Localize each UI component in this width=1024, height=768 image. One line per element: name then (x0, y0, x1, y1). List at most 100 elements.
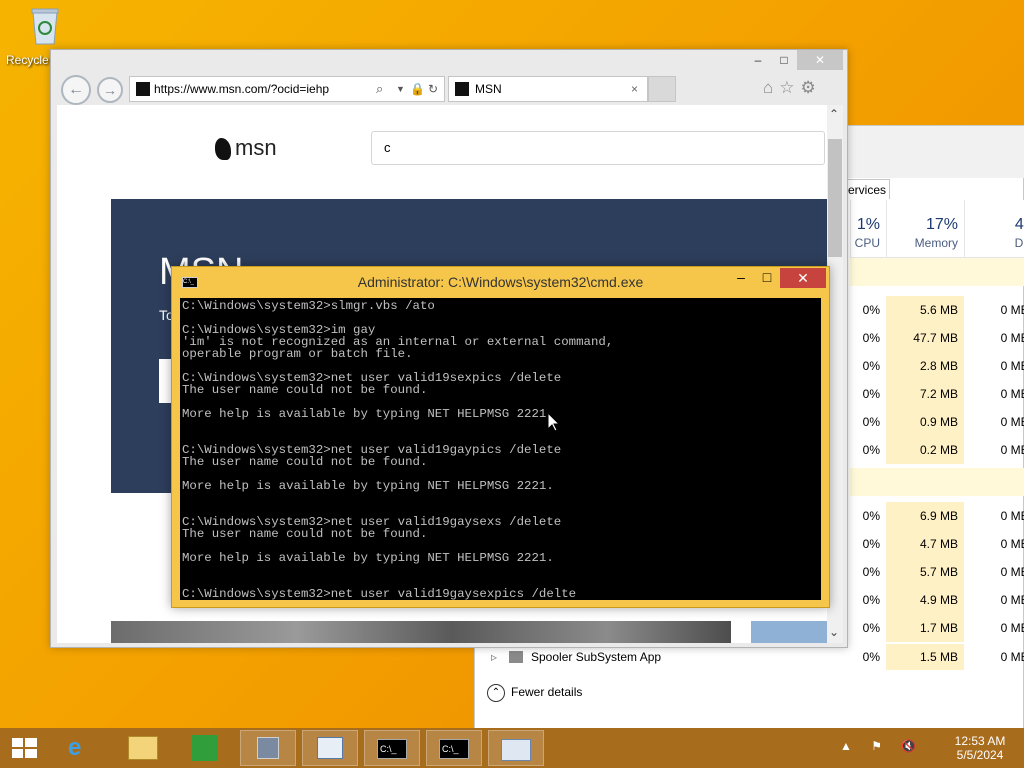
store-icon (192, 735, 218, 761)
memory-percent: 17% (925, 216, 958, 233)
disk-label: Disk (1014, 236, 1024, 250)
address-text: https://www.msn.com/?ocid=iehp (154, 82, 330, 96)
table-row[interactable]: 0% 6.9 MB 0 MB/s (850, 502, 1024, 530)
table-row[interactable]: 0% 4.7 MB 0 MB/s (850, 530, 1024, 558)
taskbar-item-explorer[interactable] (116, 730, 172, 766)
close-button[interactable]: ✕ (780, 268, 826, 288)
table-row[interactable]: 0% 5.6 MB 0 MB/s (850, 296, 1024, 324)
news-image[interactable] (751, 621, 827, 643)
search-input[interactable]: c (371, 131, 825, 165)
mouse-cursor-icon (548, 413, 560, 432)
new-tab-button[interactable] (648, 76, 676, 102)
scroll-down-icon[interactable]: ⌄ (829, 625, 839, 639)
taskbar-item-ie[interactable]: e (54, 730, 110, 766)
memory-cell: 5.6 MB (886, 296, 964, 324)
memory-label: Memory (914, 236, 958, 250)
scroll-up-icon[interactable]: ⌃ (829, 107, 839, 121)
column-disk[interactable]: 4% Disk (964, 200, 1024, 258)
chevron-up-icon: ⌃ (487, 683, 505, 702)
group-gap (850, 468, 1024, 496)
dropdown-icon[interactable]: ▼ (396, 77, 405, 101)
butterfly-icon (215, 138, 231, 161)
tab-msn[interactable]: MSN × (448, 76, 648, 102)
address-bar[interactable]: https://www.msn.com/?ocid=iehp ⌕ ▼ 🔒 ↻ (129, 76, 445, 102)
msn-logo[interactable]: msn (215, 135, 277, 161)
forward-button[interactable]: → (97, 77, 123, 103)
table-row[interactable]: 0% 2.8 MB 0 MB/s (850, 352, 1024, 380)
disk-cell: 0 MB/s (1000, 359, 1024, 373)
folder-icon (128, 736, 158, 760)
tab-close-icon[interactable]: × (631, 77, 638, 101)
cpu-label: CPU (854, 236, 880, 250)
table-row[interactable]: 0% 1.7 MB 0 MB/s (850, 614, 1024, 642)
cpu-cell: 0% (862, 443, 880, 457)
taskbar-item-system[interactable] (240, 730, 296, 766)
maximize-button[interactable]: □ (771, 50, 797, 70)
group-gap (850, 258, 1024, 286)
cpu-cell: 0% (862, 509, 880, 523)
memory-cell: 7.2 MB (886, 380, 964, 408)
taskbar-item-document[interactable] (302, 730, 358, 766)
memory-cell: 1.7 MB (886, 614, 964, 642)
scrollbar-thumb[interactable] (828, 139, 842, 257)
table-row[interactable]: 0% 5.7 MB 0 MB/s (850, 558, 1024, 586)
table-row[interactable]: 0% 7.2 MB 0 MB/s (850, 380, 1024, 408)
memory-cell: 2.8 MB (886, 352, 964, 380)
taskbar-item-task-manager[interactable] (488, 730, 544, 766)
maximize-button[interactable]: □ (754, 269, 780, 285)
taskbar-item-store[interactable] (178, 730, 234, 766)
start-button[interactable] (0, 728, 50, 768)
console-line: C:\Windows\system32>slmgr.vbs /ato (182, 299, 435, 313)
computer-icon (257, 737, 279, 759)
tab-services[interactable]: ervices (845, 179, 890, 199)
fewer-details-button[interactable]: ⌃ Fewer details (487, 682, 582, 702)
refresh-icon[interactable]: ↻ (428, 77, 438, 101)
cmd-window: Administrator: C:\Windows\system32\cmd.e… (171, 266, 830, 608)
cpu-cell: 0% (862, 537, 880, 551)
back-button[interactable]: ← (61, 75, 91, 105)
system-tray-icons[interactable]: ▲ ⚑ 🔇 (840, 739, 924, 753)
disk-percent: 4% (1014, 216, 1024, 233)
cpu-cell: 0% (862, 621, 880, 635)
disk-cell: 0 MB/s (1000, 565, 1024, 579)
clock-time: 12:53 AM (954, 734, 1006, 748)
news-image[interactable] (111, 621, 731, 643)
document-icon (317, 737, 343, 759)
minimize-button[interactable]: – (745, 50, 771, 70)
toolbar-icons[interactable]: ⌂☆⚙ (763, 78, 822, 98)
clock-date: 5/5/2024 (956, 748, 1004, 762)
disk-cell: 0 MB/s (1000, 387, 1024, 401)
memory-cell: 0.9 MB (886, 408, 964, 436)
minimize-button[interactable]: – (728, 269, 754, 285)
close-button[interactable]: ✕ (797, 50, 843, 70)
cpu-cell: 0% (862, 565, 880, 579)
table-row[interactable]: 0% 47.7 MB 0 MB/s (850, 324, 1024, 352)
taskbar-item-cmd-1[interactable]: C:\_ (364, 730, 420, 766)
taskbar: e C:\_ C:\_ ▲ ⚑ 🔇 12:53 AM 5/5/2024 (0, 728, 1024, 768)
lock-icon[interactable]: 🔒 (410, 77, 425, 101)
column-memory[interactable]: 17% Memory (886, 200, 964, 258)
process-list: 0% 5.6 MB 0 MB/s 0% 47.7 MB 0 MB/s 0% 2.… (850, 258, 1024, 668)
cpu-percent: 1% (856, 216, 880, 233)
console-line: The user name could not be found. (182, 383, 428, 397)
cmd-app-icon[interactable]: C:\_ (182, 277, 198, 288)
msn-favicon-icon (455, 82, 469, 96)
console-output[interactable]: C:\Windows\system32>slmgr.vbs /ato C:\Wi… (180, 298, 821, 600)
console-line: More help is available by typing NET HEL… (182, 551, 554, 565)
table-row[interactable]: 0% 0.2 MB 0 MB/s (850, 436, 1024, 464)
cpu-cell: 0% (862, 359, 880, 373)
memory-cell: 0.2 MB (886, 436, 964, 464)
disk-cell: 0 MB/s (1000, 593, 1024, 607)
clock[interactable]: 12:53 AM 5/5/2024 (940, 734, 1020, 762)
taskbar-item-cmd-2[interactable]: C:\_ (426, 730, 482, 766)
column-cpu[interactable]: 1% CPU (850, 200, 886, 258)
disk-cell: 0 MB/s (1000, 650, 1024, 664)
msn-favicon-icon (136, 82, 150, 96)
table-row[interactable]: 0% 4.9 MB 0 MB/s (850, 586, 1024, 614)
table-row[interactable]: 0% 0.9 MB 0 MB/s (850, 408, 1024, 436)
search-icon[interactable]: ⌕ (376, 77, 383, 101)
console-line: More help is available by typing NET HEL… (182, 479, 554, 493)
